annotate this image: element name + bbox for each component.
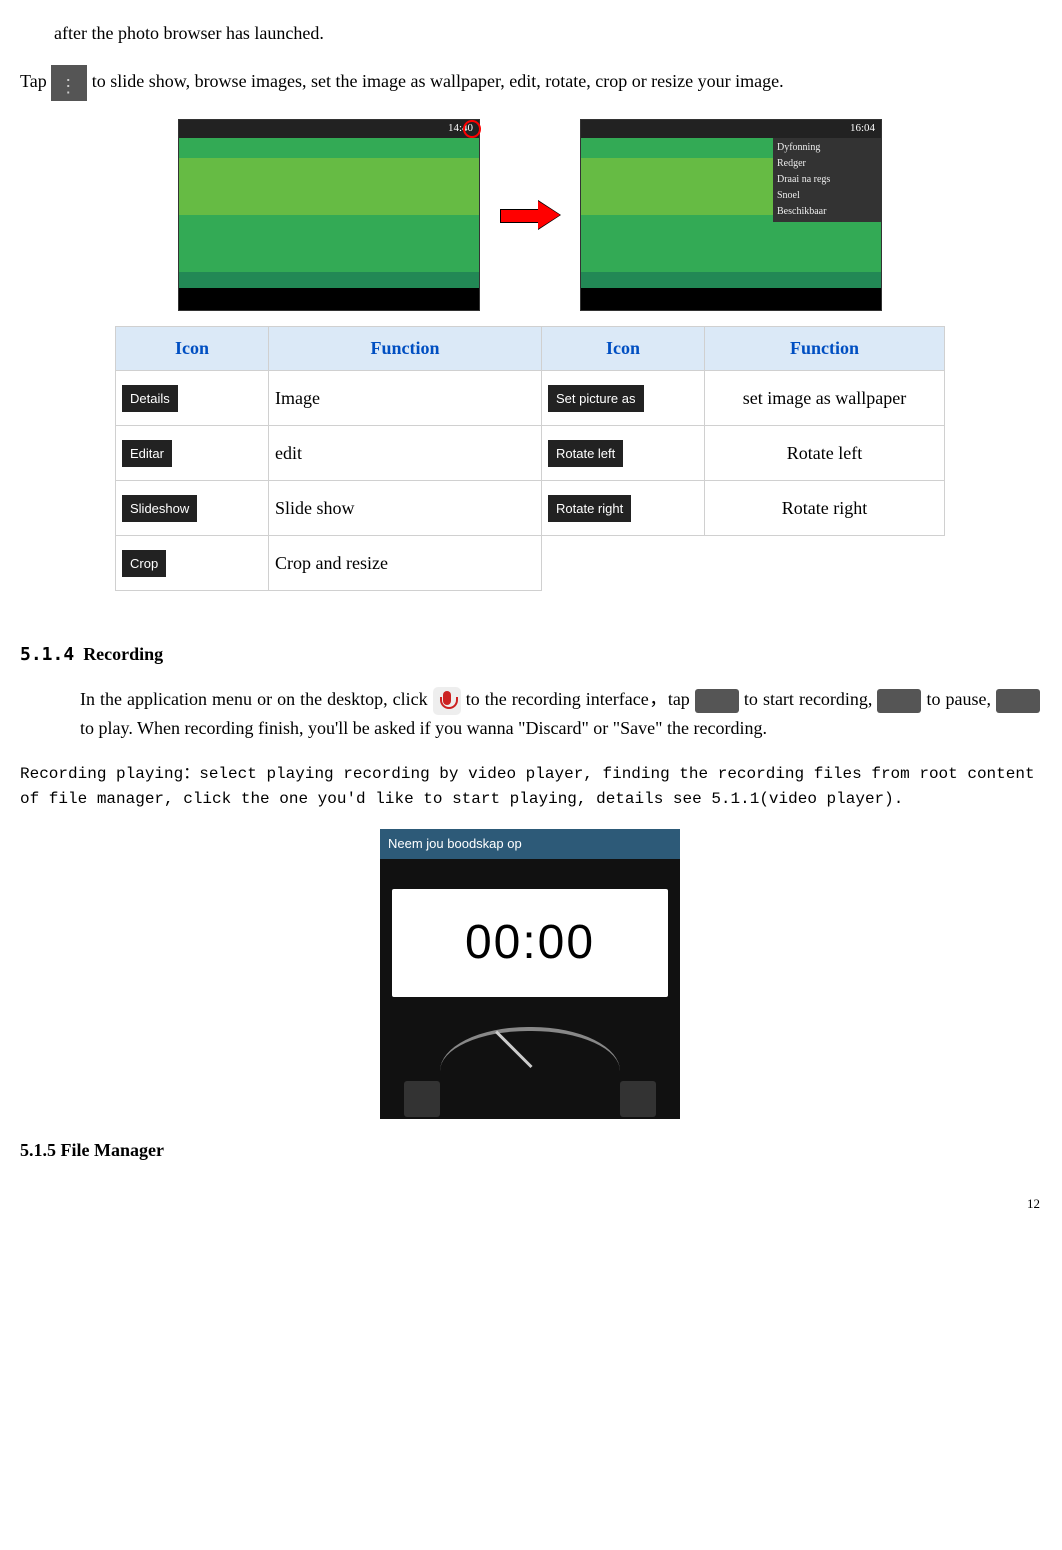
table-row: Slideshow Slide show Rotate right Rotate…: [116, 481, 945, 536]
cell-function: Image: [269, 371, 542, 426]
crop-badge-icon: Crop: [122, 550, 166, 578]
set-picture-as-badge-icon: Set picture as: [548, 385, 644, 413]
th-icon: Icon: [116, 327, 269, 371]
arrow-right-icon: [500, 203, 560, 227]
highlight-circle-icon: [463, 120, 481, 138]
status-bar: 16:04: [581, 120, 881, 138]
rec-text: In the application menu or on the deskto…: [80, 689, 433, 709]
screenshot-before: 14:40: [178, 119, 480, 311]
recording-playing-note: Recording playing：select playing recordi…: [20, 762, 1040, 813]
editar-badge-icon: Editar: [122, 440, 172, 468]
table-row: Editar edit Rotate left Rotate left: [116, 426, 945, 481]
cell-function: Slide show: [269, 481, 542, 536]
recorder-header: Neem jou boodskap op: [380, 829, 680, 859]
recorder-left-button: [404, 1081, 440, 1117]
page-number: 12: [20, 1194, 1040, 1214]
recorder-screenshot: Neem jou boodskap op 00:00: [380, 829, 680, 1119]
rotate-right-badge-icon: Rotate right: [548, 495, 631, 523]
rotate-left-badge-icon: Rotate left: [548, 440, 623, 468]
screenshot-row: 14:40 16:04 Dyfonning Redger Draai na re…: [20, 119, 1040, 311]
recorder-timer: 00:00: [392, 889, 668, 997]
menu-item: Draai na regs: [777, 172, 877, 188]
overflow-menu: Dyfonning Redger Draai na regs Snoel Bes…: [773, 138, 881, 222]
table-row: Details Image Set picture as set image a…: [116, 371, 945, 426]
th-function: Function: [705, 327, 945, 371]
vu-meter-icon: [380, 1007, 680, 1067]
cell-function: Rotate right: [705, 481, 945, 536]
menu-item: Dyfonning: [777, 140, 877, 156]
record-button-icon: [695, 689, 739, 713]
section-heading-515: 5.1.5 File Manager: [20, 1137, 1040, 1164]
section-title: Recording: [79, 644, 164, 664]
intro-line-1: after the photo browser has launched.: [54, 20, 1040, 47]
recorder-buttons: [380, 1067, 680, 1131]
menu-item: Snoel: [777, 188, 877, 204]
slideshow-badge-icon: Slideshow: [122, 495, 197, 523]
rec-text: to pause,: [927, 689, 992, 709]
recorder-right-button: [620, 1081, 656, 1117]
rec-text: to play. When recording finish, you'll b…: [80, 718, 767, 738]
icon-function-table: Icon Function Icon Function Details Imag…: [115, 326, 945, 591]
cell-function: set image as wallpaper: [705, 371, 945, 426]
status-bar: 14:40: [179, 120, 479, 138]
pause-button-icon: [877, 689, 921, 713]
th-icon: Icon: [542, 327, 705, 371]
th-function: Function: [269, 327, 542, 371]
table-header-row: Icon Function Icon Function: [116, 327, 945, 371]
nav-bar: [179, 288, 479, 310]
cell-function: Rotate left: [705, 426, 945, 481]
recording-instructions: In the application menu or on the deskto…: [80, 686, 1040, 742]
intro-line-2: Tap to slide show, browse images, set th…: [20, 65, 1040, 101]
table-row: Crop Crop and resize: [116, 536, 945, 591]
section-number: 5.1.4: [20, 644, 74, 665]
play-button-icon: [996, 689, 1040, 713]
menu-item: Beschikbaar: [777, 204, 877, 220]
intro-tap: Tap: [20, 71, 47, 91]
rec-text: to start recording,: [744, 689, 878, 709]
rec-text: to the recording interface，tap: [466, 689, 690, 709]
screenshot-after: 16:04 Dyfonning Redger Draai na regs Sno…: [580, 119, 882, 311]
cell-function: edit: [269, 426, 542, 481]
menu-item: Redger: [777, 156, 877, 172]
microphone-icon: [433, 687, 461, 715]
section-heading-514: 5.1.4 Recording: [20, 641, 1040, 668]
nav-bar: [581, 288, 881, 310]
intro-rest: to slide show, browse images, set the im…: [92, 71, 784, 91]
cell-function: Crop and resize: [269, 536, 542, 591]
overflow-menu-icon: [51, 65, 87, 101]
details-badge-icon: Details: [122, 385, 178, 413]
